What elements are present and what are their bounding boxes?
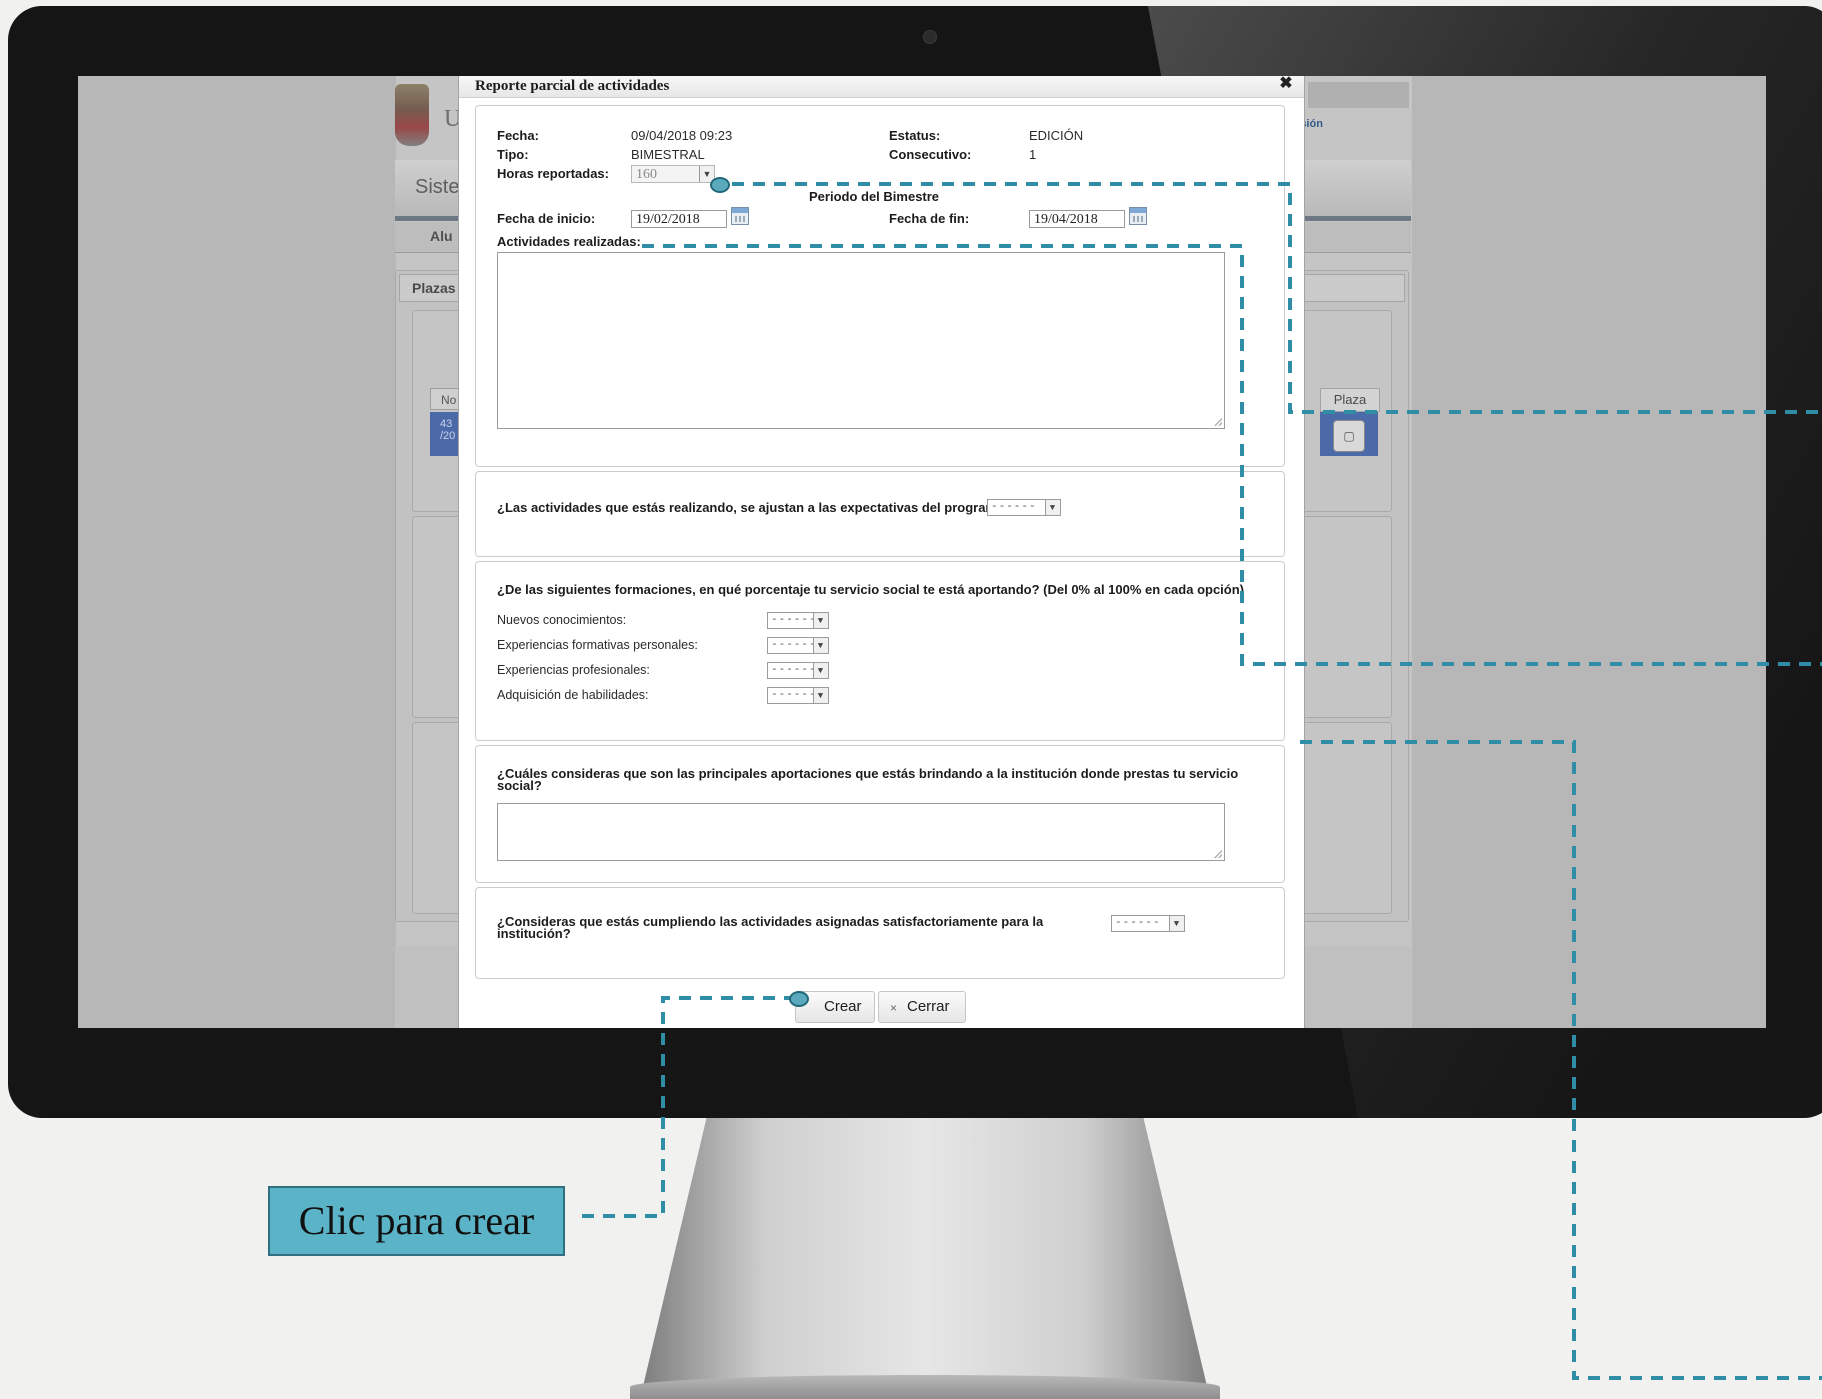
callout-line-crear (578, 996, 796, 1218)
annotation-label-crear: Clic para crear (268, 1186, 565, 1256)
callout-line-horas (732, 182, 1822, 414)
callout-line-aportaciones (1300, 740, 1822, 1380)
callout-dot (789, 991, 809, 1007)
callout-line-actividades (642, 244, 1822, 666)
callout-dot (710, 177, 730, 193)
